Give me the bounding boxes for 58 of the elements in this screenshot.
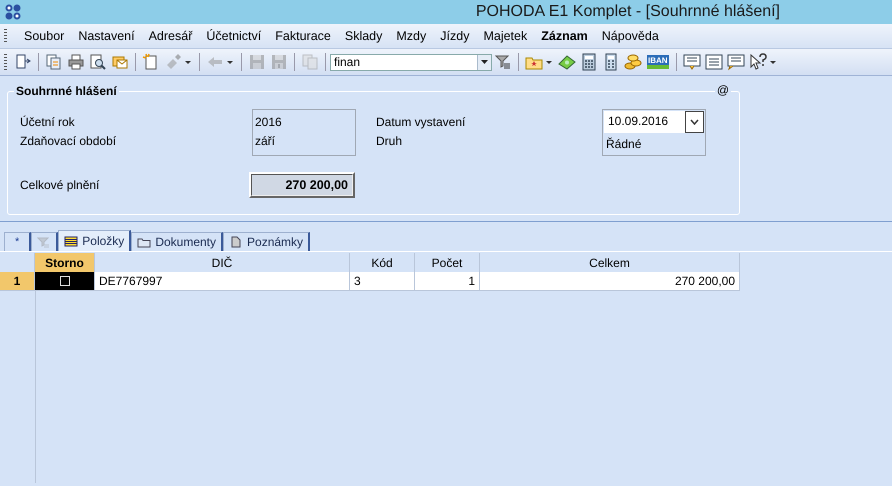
table-cell: 270 200,00 [480,272,740,291]
table-cell: DE7767997 [95,272,350,291]
search-combo[interactable]: finan [330,54,492,70]
group-title: Souhrnné hlášení [14,84,119,98]
field-label: Zdaňovací období [20,134,118,148]
tab[interactable]: Dokumenty [131,232,224,251]
menu-item[interactable]: Jízdy [433,26,476,46]
preview-icon [89,53,107,71]
field-value: 2016 [255,115,283,129]
field-label: Datum vystavení [376,115,466,129]
iban-button[interactable]: IBAN [647,55,669,69]
chevron-down-icon [690,119,699,125]
window-title: POHODA E1 Komplet - [Souhrnné hlášení] [476,3,780,21]
row-number: 1 [0,272,35,291]
tab[interactable]: Poznámky [223,232,310,251]
field-value: Řádné [605,137,642,151]
folder-icon [137,236,152,248]
checkbox[interactable] [60,276,70,286]
total-field: 270 200,00 [251,174,353,196]
copy-icon [301,53,319,71]
dropdown-arrow-icon [481,60,488,64]
menu-item[interactable]: Adresář [142,26,200,46]
menu-item[interactable]: Nápověda [594,26,666,46]
dropdown-button[interactable] [685,111,704,133]
field-label: Celkové plnění [20,178,100,192]
list-icon [64,234,78,248]
filter-icon [37,236,52,248]
field-label: Druh [376,134,404,148]
table-cell: 1 [415,272,480,291]
coins-icon [624,53,642,71]
calculator-icon [580,53,598,71]
menu-item[interactable]: Záznam [534,26,595,46]
page-icon [229,236,244,248]
menu-item[interactable]: Mzdy [389,26,434,46]
documents-icon [45,53,63,71]
menu-item[interactable]: Nastavení [71,26,142,46]
banknote-icon [558,53,576,71]
column-header[interactable]: Storno [35,253,95,273]
field-value: září [255,134,276,148]
list-icon [704,53,723,71]
app-logo-icon [4,3,22,21]
table-cell: 3 [350,272,415,291]
menu-item[interactable]: Soubor [17,26,72,46]
tab[interactable]: * [4,232,32,251]
help-pointer-icon [748,53,767,71]
filter-icon [494,53,512,71]
corner-mark: @ [714,83,731,97]
tab[interactable]: Položky [58,230,132,251]
menu-item[interactable]: Účetnictví [199,26,268,46]
menu-item[interactable]: Sklady [338,26,390,46]
message-icon [726,53,745,71]
menu-item[interactable]: Majetek [476,26,534,46]
field-label: Účetní rok [20,115,76,129]
message-icon [682,53,701,71]
printer-icon [67,53,85,71]
menu-item[interactable]: Fakturace [268,26,338,46]
date-field[interactable]: 10.09.2016 [604,111,685,133]
door-icon [14,53,32,71]
